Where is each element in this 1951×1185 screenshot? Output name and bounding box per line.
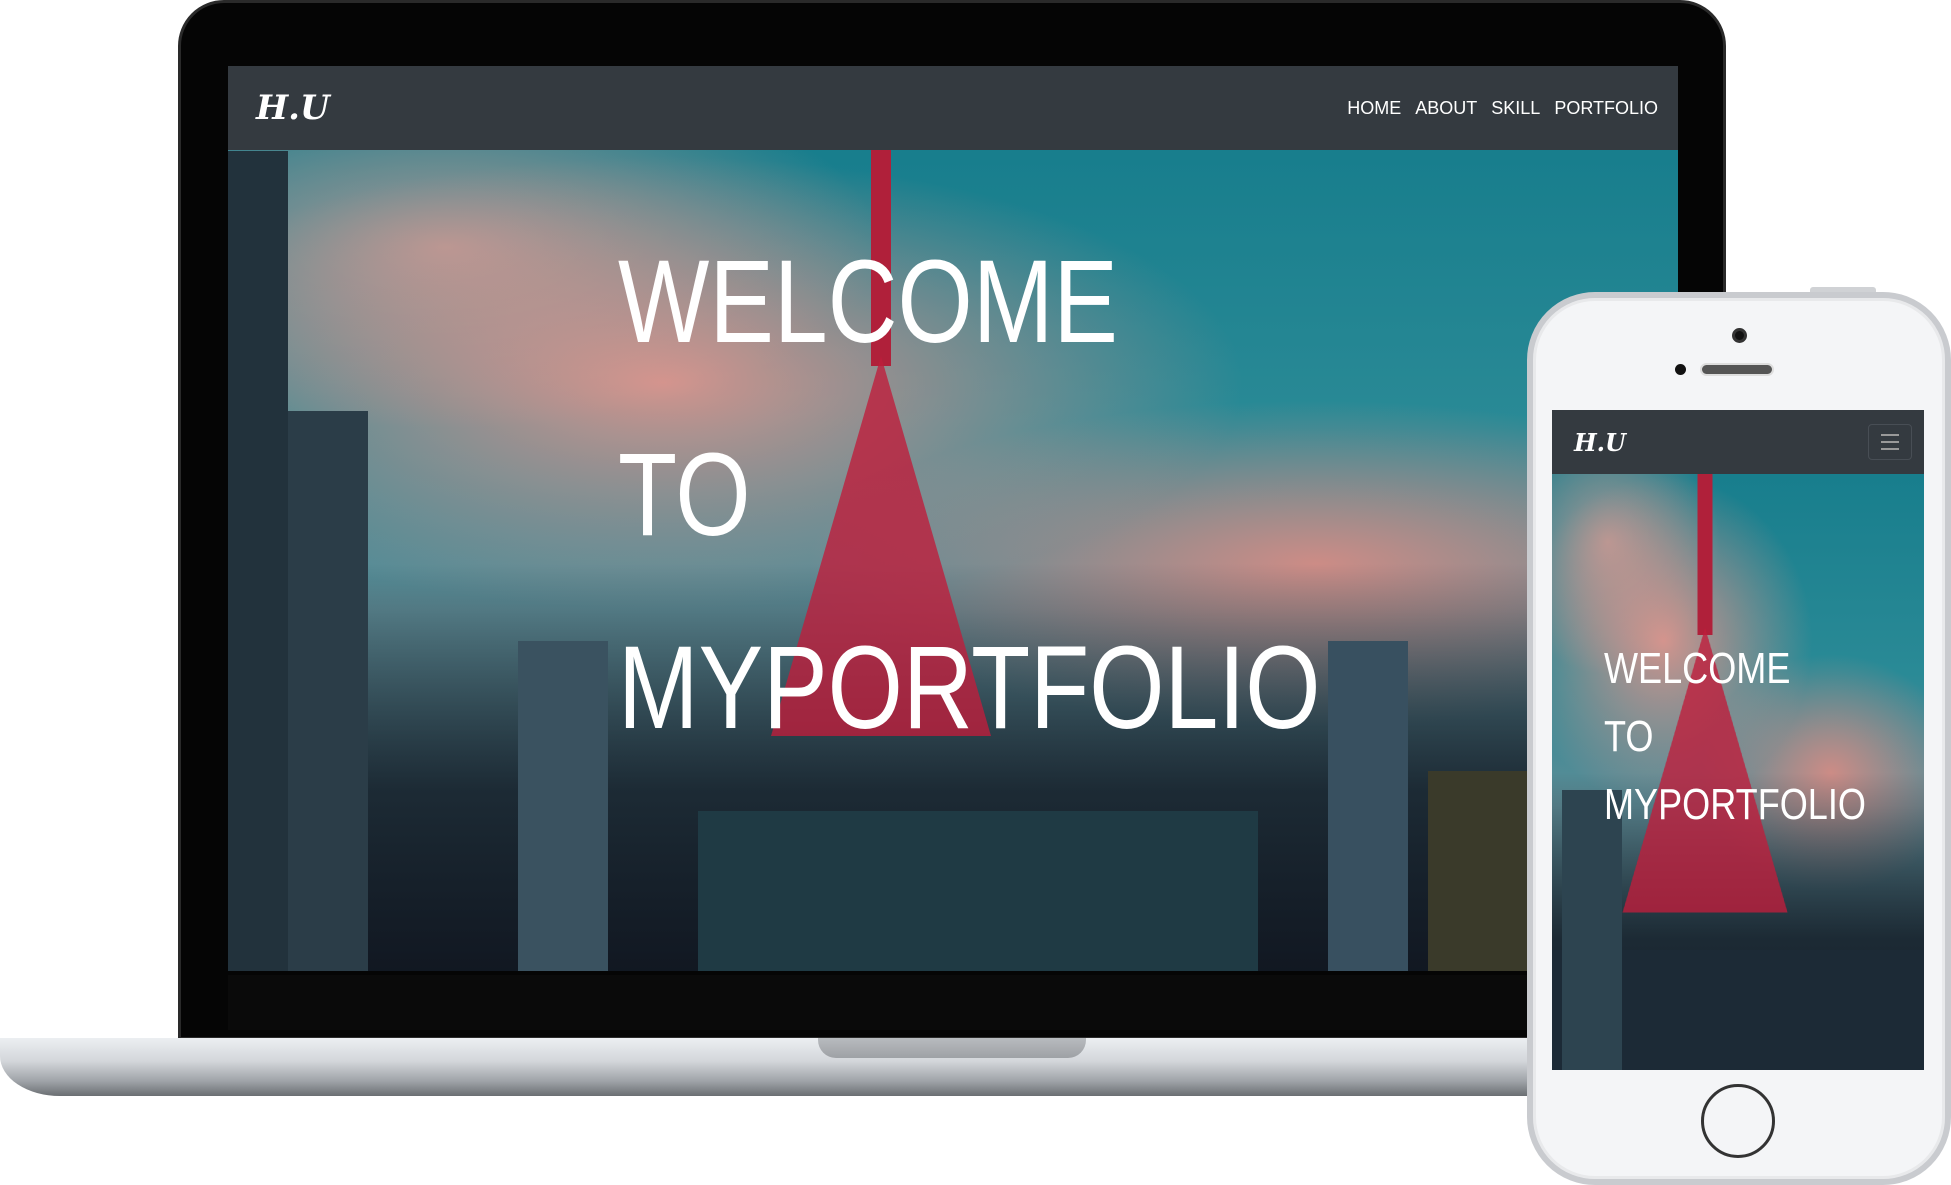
mobile-brand-logo[interactable]: H.U [1574, 428, 1626, 457]
nav-skill[interactable]: SKILL [1491, 98, 1540, 119]
hero-line-2: TO [618, 429, 751, 561]
hamburger-icon[interactable] [1868, 424, 1912, 460]
laptop-notch [818, 1038, 1086, 1058]
hero-heading: WELCOME TO MYPORTFOLIO [618, 206, 1321, 785]
camera-icon [1732, 328, 1747, 343]
building [698, 811, 1258, 971]
phone-screen: H.U WELCOME TO MYPORTFOLIO [1552, 410, 1924, 1070]
hero-line-3: MYPORTFOLIO [618, 622, 1321, 754]
building [288, 411, 368, 971]
hero-line-1: WELCOME [618, 236, 1118, 368]
laptop-screen: H.U HOME ABOUT SKILL PORTFOLIO WELCOME T… [228, 66, 1678, 971]
nav-portfolio[interactable]: PORTFOLIO [1554, 98, 1658, 119]
phone-home-button [1701, 1084, 1775, 1158]
nav-about[interactable]: ABOUT [1415, 98, 1477, 119]
navbar: H.U HOME ABOUT SKILL PORTFOLIO [228, 66, 1678, 150]
laptop-bezel [228, 975, 1678, 1030]
mobile-hero-line-3: MYPORTFOLIO [1604, 780, 1866, 829]
mobile-hero-line-1: WELCOME [1604, 644, 1791, 693]
nav-home[interactable]: HOME [1347, 98, 1401, 119]
speaker-icon [1700, 363, 1774, 376]
brand-logo[interactable]: H.U [256, 88, 330, 128]
sensor-icon [1675, 364, 1686, 375]
mobile-hero-line-2: TO [1604, 712, 1654, 761]
building [518, 641, 608, 971]
nav-links: HOME ABOUT SKILL PORTFOLIO [1347, 98, 1658, 119]
building [228, 151, 288, 971]
mobile-hero-heading: WELCOME TO MYPORTFOLIO [1604, 635, 1866, 839]
mobile-navbar: H.U [1552, 410, 1924, 474]
building [1328, 641, 1408, 971]
